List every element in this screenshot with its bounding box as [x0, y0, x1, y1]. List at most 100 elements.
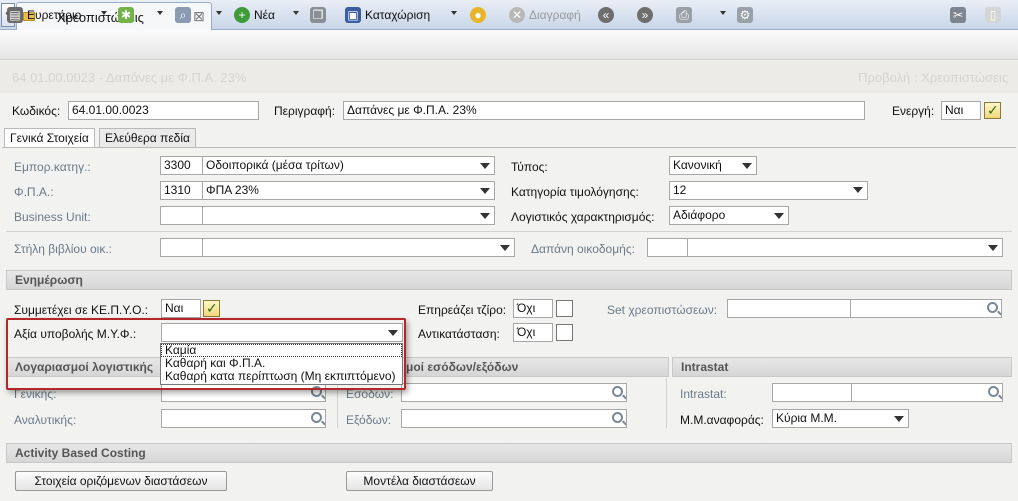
- code-field[interactable]: 64.01.00.0023: [68, 101, 259, 120]
- chevron-down-icon[interactable]: [480, 188, 490, 194]
- business-unit-code[interactable]: [160, 206, 203, 225]
- analytic-account-label: Αναλυτικής:: [14, 413, 77, 427]
- index-button[interactable]: ▤ Ευρετήριο: [7, 5, 81, 25]
- update-section-header: Ενημέρωση: [6, 270, 1012, 290]
- delete-label: Διαγραφή: [529, 8, 581, 22]
- wizard-button[interactable]: ✱: [118, 5, 134, 25]
- description-label: Περιγραφή:: [274, 104, 336, 118]
- type-select[interactable]: Κανονική: [669, 156, 757, 175]
- intrastat-code[interactable]: [772, 383, 852, 402]
- floppy-disk-icon: ▣: [345, 7, 361, 23]
- turnover-field[interactable]: Όχι: [513, 299, 553, 318]
- accounting-value: Αδιάφορο: [673, 208, 726, 222]
- search-button[interactable]: ⌕: [175, 5, 191, 25]
- book-column-label: Στήλη βιβλίου οικ.:: [14, 242, 112, 256]
- chevron-down-icon[interactable]: [480, 163, 490, 169]
- chevron-down-icon[interactable]: [500, 245, 510, 251]
- myf-option-net-case[interactable]: Καθαρή κατα περίπτωση (Μη εκπιπτόμενο): [161, 370, 402, 383]
- code-label: Κωδικός:: [12, 104, 61, 118]
- expense-field[interactable]: [401, 409, 627, 428]
- next-button[interactable]: »: [637, 5, 653, 25]
- vat-label: Φ.Π.Α.:: [14, 185, 54, 199]
- unit-select[interactable]: Κύρια Μ.Μ.: [772, 409, 909, 428]
- tab-general[interactable]: Γενικά Στοιχεία: [4, 128, 95, 148]
- emp-category-code[interactable]: 3300: [160, 156, 203, 175]
- building-cost-code[interactable]: [647, 238, 688, 257]
- search-dropdown-icon[interactable]: [216, 11, 222, 15]
- book-column-select[interactable]: [202, 238, 515, 257]
- save-button[interactable]: ▣ Καταχώριση: [345, 5, 430, 25]
- vat-name: ΦΠΑ 23%: [206, 183, 259, 197]
- abc-section-header: Activity Based Costing: [6, 443, 1012, 463]
- coin-button[interactable]: ●: [470, 5, 486, 25]
- new-label: Νέα: [254, 8, 275, 22]
- document-button[interactable]: ▯: [985, 5, 1001, 25]
- toolbar: [0, 30, 1018, 60]
- search-icon[interactable]: [987, 302, 998, 313]
- index-dropdown-icon[interactable]: [101, 11, 107, 15]
- tools-icon: ⚙: [737, 7, 753, 23]
- turnover-checkbox[interactable]: [556, 300, 573, 317]
- chevron-down-icon[interactable]: [480, 213, 490, 219]
- scissors-icon: ✂: [950, 7, 966, 23]
- copy-button[interactable]: ❐: [310, 5, 326, 25]
- book-column-code[interactable]: [160, 238, 203, 257]
- search-icon[interactable]: [311, 412, 322, 423]
- save-dropdown-icon[interactable]: [451, 11, 457, 15]
- chevron-down-icon[interactable]: [774, 213, 784, 219]
- intrastat-section-header: Intrastat: [672, 357, 1012, 377]
- previous-button[interactable]: «: [598, 5, 614, 25]
- accounting-label: Λογιστικός χαρακτηρισμός:: [511, 210, 655, 224]
- search-icon[interactable]: [612, 386, 623, 397]
- business-unit-label: Business Unit:: [14, 210, 91, 224]
- income-field[interactable]: [401, 383, 627, 402]
- print-button[interactable]: ⎙: [676, 5, 692, 25]
- print-dropdown-icon[interactable]: [720, 11, 726, 15]
- unit-value: Κύρια Μ.Μ.: [776, 411, 837, 425]
- new-dropdown-icon[interactable]: [293, 11, 299, 15]
- tab-underline: [2, 147, 1016, 148]
- record-header: 64.01.00.0023 - Δαπάνες με Φ.Π.Α. 23% Πρ…: [0, 61, 1018, 93]
- vat-select[interactable]: ΦΠΑ 23%: [202, 181, 495, 200]
- description-field[interactable]: Δαπάνες με Φ.Π.Α. 23%: [343, 101, 865, 120]
- billing-category-select[interactable]: 12: [669, 181, 868, 200]
- replace-field[interactable]: Όχι: [513, 323, 553, 342]
- set-code[interactable]: [727, 299, 851, 318]
- set-label: Set χρεοπιστώσεων:: [607, 303, 718, 317]
- replace-checkbox[interactable]: [556, 324, 573, 341]
- save-label: Καταχώριση: [365, 8, 431, 22]
- tab-free-fields[interactable]: Ελεύθερα πεδία: [99, 128, 196, 148]
- vat-code[interactable]: 1310: [160, 181, 203, 200]
- previous-icon: «: [598, 7, 614, 23]
- search-icon[interactable]: [612, 412, 623, 423]
- building-cost-label: Δαπάνη οικοδομής:: [531, 242, 635, 256]
- dimensions-button[interactable]: Στοιχεία οριζόμενων διαστάσεων: [15, 471, 227, 491]
- billing-category-label: Κατηγορία τιμολόγησης:: [511, 185, 639, 199]
- active-field[interactable]: Ναι: [941, 101, 981, 120]
- tools-button[interactable]: ⚙: [737, 5, 753, 25]
- building-cost-select[interactable]: [687, 238, 1003, 257]
- chevron-down-icon[interactable]: [894, 416, 904, 422]
- set-search-field[interactable]: [850, 299, 1002, 318]
- chevron-down-icon[interactable]: [988, 245, 998, 251]
- analytic-account-field[interactable]: [161, 409, 326, 428]
- delete-button[interactable]: ✕ Διαγραφή: [509, 5, 581, 25]
- income-section-title: μοί εσόδων/εξόδων: [406, 360, 519, 374]
- wizard-dropdown-icon[interactable]: [157, 11, 163, 15]
- business-unit-select[interactable]: [202, 206, 495, 225]
- chevron-down-icon[interactable]: [742, 163, 752, 169]
- billing-category-value: 12: [673, 183, 687, 197]
- kepyo-field[interactable]: Ναι: [161, 299, 201, 318]
- accounting-select[interactable]: Αδιάφορο: [669, 206, 789, 225]
- index-label: Ευρετήριο: [27, 8, 82, 22]
- search-icon[interactable]: [988, 386, 999, 397]
- active-checkbox[interactable]: [984, 102, 1001, 119]
- new-button[interactable]: + Νέα: [234, 5, 275, 25]
- close-tab-icon[interactable]: ⊠: [193, 8, 205, 25]
- emp-category-select[interactable]: Οδοιπορικά (μέσα τρίτων): [202, 156, 495, 175]
- dimension-models-button[interactable]: Μοντέλα διαστάσεων: [346, 471, 493, 491]
- intrastat-field[interactable]: [851, 383, 1003, 402]
- chevron-down-icon[interactable]: [853, 187, 863, 193]
- cancel-button[interactable]: ✂: [950, 5, 966, 25]
- kepyo-checkbox[interactable]: [203, 300, 220, 317]
